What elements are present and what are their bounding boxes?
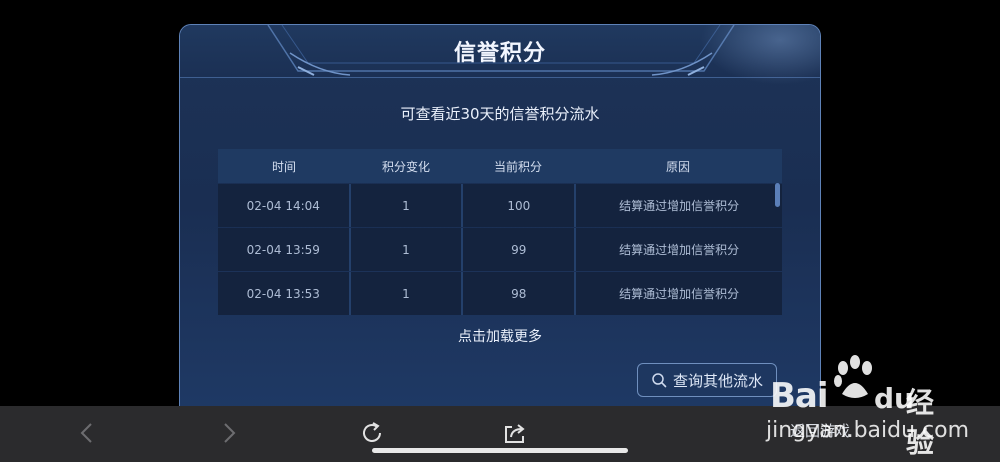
baidu-jingyan-watermark: Bai du 经验 jingyan.baidu.com bbox=[766, 348, 969, 459]
watermark-brand-left: Bai bbox=[770, 376, 829, 416]
table-header: 时间 积分变化 当前积分 原因 bbox=[218, 149, 782, 183]
cell-time: 02-04 14:04 bbox=[218, 184, 351, 227]
header-current-score: 当前积分 bbox=[493, 159, 542, 174]
table-row: 02-04 13:59 1 99 结算通过增加信誉积分 bbox=[218, 228, 782, 271]
dialog-header: 信誉积分 bbox=[180, 25, 820, 85]
cell-reason: 结算通过增加信誉积分 bbox=[619, 243, 740, 257]
cell-reason: 结算通过增加信誉积分 bbox=[619, 287, 740, 301]
table-row: 02-04 14:04 1 100 结算通过增加信誉积分 bbox=[218, 184, 782, 227]
query-button-label: 查询其他流水 bbox=[672, 371, 763, 390]
search-icon bbox=[652, 373, 667, 388]
header-time: 时间 bbox=[271, 159, 296, 174]
back-icon[interactable] bbox=[74, 420, 100, 446]
header-reason: 原因 bbox=[665, 159, 690, 174]
paw-icon bbox=[834, 355, 872, 398]
cell-time: 02-04 13:59 bbox=[218, 228, 351, 271]
table-row: 02-04 13:53 1 98 结算通过增加信誉积分 bbox=[218, 272, 782, 315]
cell-current-score: 100 bbox=[463, 184, 577, 227]
watermark-url: jingyan.baidu.com bbox=[766, 418, 970, 443]
table-scrollbar[interactable] bbox=[775, 183, 780, 207]
dialog-subtitle: 可查看近30天的信誉积分流水 bbox=[400, 105, 600, 123]
dialog-title: 信誉积分 bbox=[453, 41, 546, 66]
cell-current-score: 98 bbox=[463, 272, 577, 315]
cell-score-change: 1 bbox=[351, 228, 464, 271]
credit-score-dialog: 信誉积分 可查看近30天的信誉积分流水 时间 积分变化 当前积分 原因 02-0… bbox=[179, 24, 821, 424]
home-indicator[interactable] bbox=[372, 448, 628, 453]
cell-score-change: 1 bbox=[351, 184, 464, 227]
load-more-link[interactable]: 点击加载更多 bbox=[180, 326, 820, 346]
cell-time: 02-04 13:53 bbox=[218, 272, 351, 315]
reload-icon[interactable] bbox=[359, 420, 385, 446]
query-other-records-button[interactable]: 查询其他流水 bbox=[637, 363, 777, 397]
cell-score-change: 1 bbox=[351, 272, 464, 315]
header-score-change: 积分变化 bbox=[381, 159, 430, 174]
cell-reason: 结算通过增加信誉积分 bbox=[619, 199, 740, 213]
share-icon[interactable] bbox=[502, 420, 528, 446]
cell-current-score: 99 bbox=[463, 228, 577, 271]
score-history-table: 时间 积分变化 当前积分 原因 02-04 14:04 1 100 结算通过增加… bbox=[218, 149, 782, 315]
forward-icon[interactable] bbox=[216, 420, 242, 446]
